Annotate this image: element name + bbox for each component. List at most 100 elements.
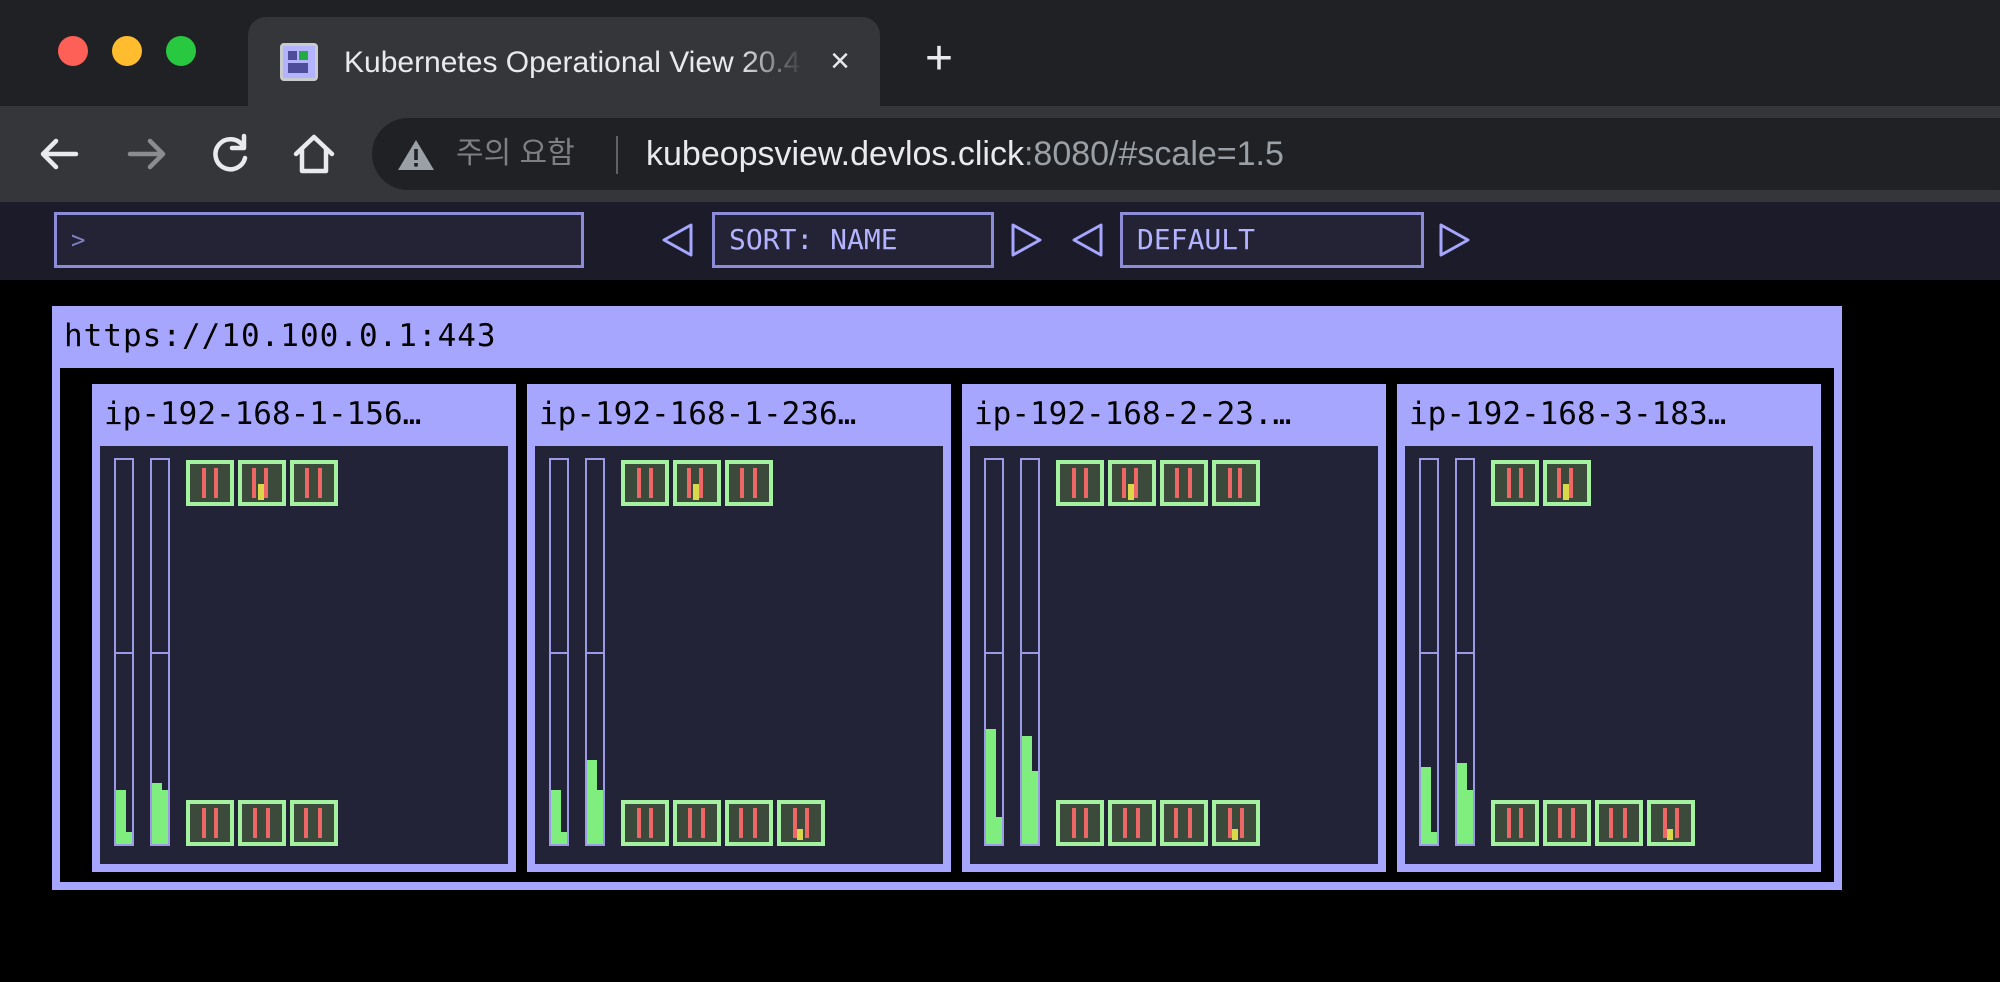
favicon-icon bbox=[280, 43, 318, 81]
node-body bbox=[970, 446, 1378, 864]
memory-gauge-requested bbox=[1467, 790, 1473, 844]
memory-gauge bbox=[585, 458, 605, 846]
reload-icon bbox=[213, 133, 248, 172]
sort-next-button[interactable] bbox=[1008, 220, 1046, 260]
pod-tile[interactable] bbox=[1108, 800, 1156, 846]
pod-tile[interactable] bbox=[1160, 800, 1208, 846]
memory-gauge-usage bbox=[1022, 736, 1032, 844]
sort-previous-button[interactable] bbox=[658, 220, 696, 260]
cpu-gauge-requested bbox=[126, 832, 132, 844]
browser-toolbar: 주의 요함 kubeopsview.devlos.click:8080/#sca… bbox=[0, 106, 2000, 202]
memory-gauge-usage bbox=[1457, 763, 1467, 844]
node-card[interactable]: ip-192-168-3-183… bbox=[1397, 384, 1821, 872]
cpu-gauge bbox=[549, 458, 569, 846]
warning-icon[interactable] bbox=[396, 138, 436, 172]
cpu-gauge-requested bbox=[996, 817, 1002, 844]
cpu-gauge-usage bbox=[116, 790, 126, 844]
url-text[interactable]: kubeopsview.devlos.click:8080/#scale=1.5 bbox=[646, 132, 1284, 176]
pod-tile[interactable] bbox=[1595, 800, 1643, 846]
memory-gauge-requested bbox=[162, 790, 168, 844]
pod-tile[interactable] bbox=[1160, 460, 1208, 506]
new-tab-button[interactable]: + bbox=[914, 34, 964, 84]
triangle-right-icon bbox=[1439, 223, 1470, 257]
pod-tile[interactable] bbox=[1543, 800, 1591, 846]
pod-tile[interactable] bbox=[1108, 460, 1156, 506]
url-host: kubeopsview.devlos.click bbox=[646, 135, 1024, 173]
back-button[interactable] bbox=[30, 124, 90, 184]
minimize-window-button[interactable] bbox=[112, 36, 142, 66]
cpu-gauge bbox=[984, 458, 1004, 846]
cluster-title: https://10.100.0.1:443 bbox=[64, 318, 497, 354]
pod-tile[interactable] bbox=[290, 460, 338, 506]
home-icon bbox=[293, 134, 335, 174]
pod-tile[interactable] bbox=[238, 800, 286, 846]
memory-gauge-requested bbox=[597, 790, 603, 844]
memory-gauge-requested bbox=[1032, 771, 1038, 844]
memory-gauge-usage bbox=[152, 783, 162, 844]
memory-gauge bbox=[150, 458, 170, 846]
tab-strip: Kubernetes Operational View 20.4.0 × + bbox=[0, 0, 2000, 106]
memory-gauge bbox=[1455, 458, 1475, 846]
namespace-next-button[interactable] bbox=[1436, 220, 1474, 260]
security-warning-label[interactable]: 주의 요함 bbox=[456, 134, 575, 174]
back-arrow-icon bbox=[40, 138, 79, 170]
namespace-selector[interactable]: DEFAULT bbox=[1120, 212, 1424, 268]
pod-tile[interactable] bbox=[186, 460, 234, 506]
pod-tile[interactable] bbox=[1491, 800, 1539, 846]
pod-tile[interactable] bbox=[725, 460, 773, 506]
forward-button[interactable] bbox=[116, 124, 176, 184]
sort-selector[interactable]: SORT: NAME bbox=[712, 212, 994, 268]
node-body bbox=[1405, 446, 1813, 864]
node-card[interactable]: ip-192-168-2-23.… bbox=[962, 384, 1386, 872]
pod-tile[interactable] bbox=[290, 800, 338, 846]
reload-button[interactable] bbox=[200, 124, 260, 184]
cpu-gauge-requested bbox=[561, 832, 567, 844]
triangle-left-icon bbox=[1072, 223, 1103, 257]
triangle-left-icon bbox=[662, 223, 693, 257]
cpu-gauge bbox=[114, 458, 134, 846]
pod-tile[interactable] bbox=[725, 800, 773, 846]
pod-tile[interactable] bbox=[1056, 800, 1104, 846]
node-name: ip-192-168-1-236… bbox=[539, 396, 857, 432]
memory-gauge-usage bbox=[587, 760, 597, 844]
node-body bbox=[535, 446, 943, 864]
pod-tile[interactable] bbox=[1543, 460, 1591, 506]
pod-tile[interactable] bbox=[186, 800, 234, 846]
tab-close-icon[interactable]: × bbox=[818, 39, 862, 83]
memory-gauge bbox=[1020, 458, 1040, 846]
pod-tile[interactable] bbox=[1056, 460, 1104, 506]
pod-tile[interactable] bbox=[777, 800, 825, 846]
browser-window: Kubernetes Operational View 20.4.0 × + 주… bbox=[0, 0, 2000, 982]
home-button[interactable] bbox=[284, 124, 344, 184]
node-card[interactable]: ip-192-168-1-156… bbox=[92, 384, 516, 872]
pod-tile[interactable] bbox=[673, 800, 721, 846]
pod-tile[interactable] bbox=[621, 800, 669, 846]
url-path: :8080/#scale=1.5 bbox=[1023, 135, 1284, 173]
triangle-right-icon bbox=[1011, 223, 1042, 257]
cpu-gauge-requested bbox=[1431, 832, 1437, 844]
tab-title: Kubernetes Operational View 20.4.0 bbox=[344, 46, 804, 79]
cpu-gauge-usage bbox=[986, 729, 996, 844]
close-window-button[interactable] bbox=[58, 36, 88, 66]
pod-tile[interactable] bbox=[1212, 800, 1260, 846]
zoom-window-button[interactable] bbox=[166, 36, 196, 66]
cpu-gauge-usage bbox=[551, 790, 561, 844]
pod-tile[interactable] bbox=[621, 460, 669, 506]
pod-tile[interactable] bbox=[673, 460, 721, 506]
pod-tile[interactable] bbox=[1647, 800, 1695, 846]
node-name: ip-192-168-3-183… bbox=[1409, 396, 1727, 432]
address-bar-divider bbox=[616, 136, 618, 174]
browser-tab[interactable]: Kubernetes Operational View 20.4.0 × bbox=[248, 17, 880, 106]
node-name: ip-192-168-1-156… bbox=[104, 396, 422, 432]
kube-ops-view-toolbar: > SORT: NAME DEFAULT bbox=[0, 202, 2000, 280]
address-bar[interactable]: 주의 요함 kubeopsview.devlos.click:8080/#sca… bbox=[372, 118, 2000, 190]
cpu-gauge-usage bbox=[1421, 767, 1431, 844]
namespace-previous-button[interactable] bbox=[1068, 220, 1106, 260]
node-name: ip-192-168-2-23.… bbox=[974, 396, 1292, 432]
filter-input[interactable]: > bbox=[54, 212, 584, 268]
node-body bbox=[100, 446, 508, 864]
pod-tile[interactable] bbox=[1212, 460, 1260, 506]
pod-tile[interactable] bbox=[238, 460, 286, 506]
node-card[interactable]: ip-192-168-1-236… bbox=[527, 384, 951, 872]
pod-tile[interactable] bbox=[1491, 460, 1539, 506]
